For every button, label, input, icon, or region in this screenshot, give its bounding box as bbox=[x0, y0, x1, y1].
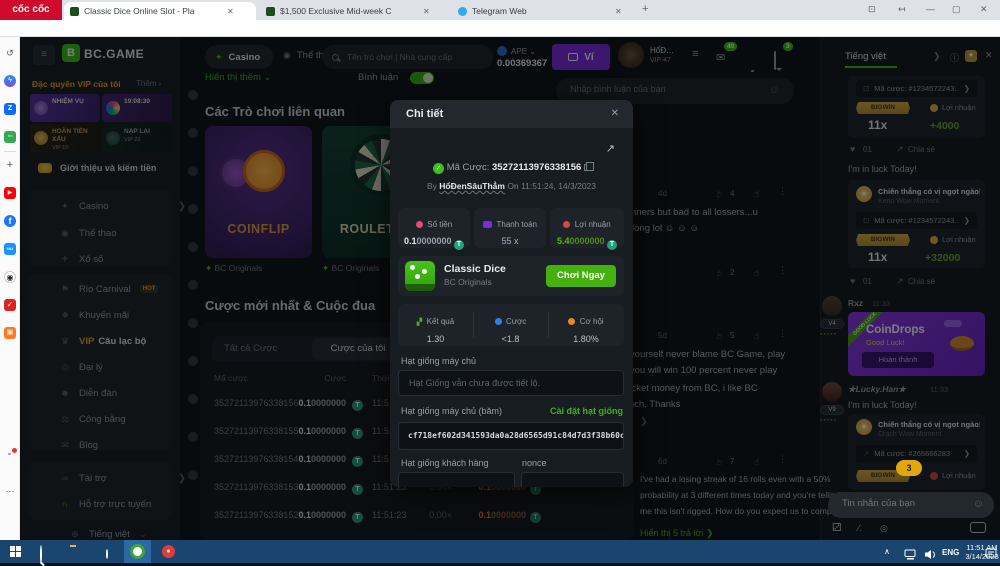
game-name: Classic Dice bbox=[444, 263, 506, 275]
windows-taskbar: ● ∧ ENG 11:51 AM3/14/2023 bbox=[0, 540, 1000, 563]
target-cell: Cược <1.8 bbox=[473, 311, 548, 344]
tab-favicon bbox=[458, 7, 467, 16]
seed-settings-link[interactable]: Cài đặt hạt giống bbox=[550, 406, 623, 416]
results-row: ▞ Kết quả 1.30 Cược <1.8 Cơ hội 1.80% bbox=[398, 304, 624, 346]
minimize-button[interactable]: — bbox=[926, 4, 935, 14]
add-shortcut-icon[interactable]: + bbox=[4, 159, 16, 171]
bet-id-value: 35272113976338156 bbox=[492, 162, 581, 173]
bet-icon bbox=[495, 318, 502, 325]
game-controller-icon[interactable]: ▫▫ bbox=[4, 131, 16, 143]
browser-tab-strip: cốc cốc Classic Dice Online Slot - Pla ✕… bbox=[0, 0, 1000, 20]
bet-by-row: By HổĐenSâuThẳm On 11:51:24, 14/3/2023 bbox=[390, 181, 633, 191]
zalo-icon[interactable]: Z bbox=[4, 103, 16, 115]
network-icon[interactable] bbox=[904, 547, 917, 565]
hashed-seed-label: Hạt giống máy chủ (băm) bbox=[401, 406, 502, 416]
bet-details-modal: Chi tiết ✕ ↗ ✓ Mã Cược: 3527211397633815… bbox=[390, 100, 633, 487]
coccoc-taskbar-icon[interactable] bbox=[130, 544, 145, 559]
hashed-seed-box[interactable]: cf718ef602d341593da0a28d6565d91c84d7d3f3… bbox=[398, 422, 624, 450]
tray-expand-icon[interactable]: ∧ bbox=[884, 547, 890, 556]
slash-command-icon[interactable]: ∕. bbox=[858, 523, 862, 533]
action-center-icon[interactable] bbox=[985, 546, 997, 564]
panel-toggle-icon[interactable]: ↤ bbox=[898, 4, 906, 15]
chance-icon bbox=[568, 318, 575, 325]
coccoc-logo[interactable]: cốc cốc bbox=[0, 0, 62, 20]
notification-dot bbox=[12, 448, 17, 453]
browser-tab-2[interactable]: $1,500 Exclusive Mid-week C ✕ bbox=[260, 2, 448, 20]
tab-title: Telegram Web bbox=[472, 6, 610, 16]
reading-mode-icon[interactable]: ⊡ bbox=[868, 4, 876, 15]
address-bar: ← → ↻ bc.game/vi/game/classic-dice ☆ ✓ ↓… bbox=[0, 20, 1000, 37]
browser-tab-3[interactable]: Telegram Web ✕ bbox=[452, 2, 634, 20]
chat-input-wrap[interactable]: ☺ bbox=[828, 492, 994, 518]
amount-icon bbox=[416, 221, 423, 228]
keyboard-language[interactable]: ENG bbox=[942, 548, 959, 557]
copy-icon[interactable] bbox=[584, 164, 590, 171]
maximize-button[interactable]: ▢ bbox=[952, 4, 961, 15]
stat-payout: Thanh toán 55 x bbox=[474, 208, 546, 248]
messenger-icon[interactable]: ϟ bbox=[4, 75, 16, 87]
tether-coin-icon: T bbox=[607, 240, 617, 250]
game-row: Classic Dice BC Originals Chơi Ngay bbox=[398, 256, 624, 296]
profit-icon bbox=[563, 221, 570, 228]
play-now-button[interactable]: Chơi Ngay bbox=[546, 265, 616, 287]
speaker-icon[interactable] bbox=[924, 547, 937, 565]
result-icon: ▞ bbox=[417, 319, 422, 326]
scroll-to-bottom-badge[interactable]: 3 bbox=[896, 460, 922, 476]
new-tab-button[interactable]: + bbox=[642, 3, 648, 15]
tab-title: Classic Dice Online Slot - Pla bbox=[84, 6, 222, 16]
modal-title: Chi tiết bbox=[406, 108, 443, 120]
verified-icon: ✓ bbox=[433, 163, 444, 174]
history-icon[interactable]: ↺ bbox=[4, 47, 16, 59]
gif-keyboard-icon[interactable] bbox=[970, 522, 986, 533]
browser-tab-active[interactable]: Classic Dice Online Slot - Pla ✕ bbox=[64, 2, 256, 20]
classic-dice-icon bbox=[405, 261, 435, 291]
tether-coin-icon: T bbox=[454, 240, 464, 250]
stat-profit: Lợi nhuận 5.40000000 T bbox=[550, 208, 624, 248]
result-cell: ▞ Kết quả 1.30 bbox=[398, 311, 473, 344]
share-icon[interactable]: ↗ bbox=[606, 142, 615, 155]
divider bbox=[4, 151, 16, 152]
tab-close-icon[interactable]: ✕ bbox=[423, 7, 430, 16]
server-seed-label: Hạt giống máy chủ bbox=[401, 356, 476, 366]
client-seed-box[interactable] bbox=[398, 472, 515, 487]
emoji-icon[interactable]: ☺ bbox=[973, 498, 984, 510]
dice-icon[interactable]: ⚂ bbox=[832, 521, 842, 534]
modal-close-icon[interactable]: ✕ bbox=[611, 108, 619, 119]
soccer-icon[interactable]: ◉ bbox=[4, 271, 16, 283]
tab-title: $1,500 Exclusive Mid-week C bbox=[280, 6, 418, 16]
payout-icon bbox=[483, 221, 492, 228]
youtube-icon[interactable]: ▶ bbox=[4, 187, 16, 199]
shopping-cart-icon[interactable]: ▣ bbox=[4, 327, 16, 339]
check-app-icon[interactable]: ✓ bbox=[4, 299, 16, 311]
red-app-icon[interactable]: ● bbox=[162, 545, 175, 558]
tab-favicon bbox=[70, 7, 79, 16]
client-seed-label: Hạt giống khách hàng bbox=[401, 458, 489, 468]
tab-close-icon[interactable]: ✕ bbox=[615, 7, 622, 16]
game-provider: BC Originals bbox=[444, 277, 492, 287]
facebook-icon[interactable]: f bbox=[4, 215, 16, 227]
nonce-box[interactable] bbox=[521, 472, 624, 487]
bet-id-row: ✓ Mã Cược: 35272113976338156 bbox=[390, 162, 633, 174]
chat-input[interactable] bbox=[842, 498, 962, 509]
bet-user-link[interactable]: HổĐenSâuThẳm bbox=[439, 181, 505, 191]
stat-amount: Số tiền 0.10000000 T bbox=[398, 208, 470, 248]
server-seed-box: Hạt Giống vẫn chưa được tiết lộ. bbox=[398, 370, 624, 396]
tiki-icon[interactable]: tiki bbox=[4, 243, 16, 255]
start-button[interactable] bbox=[10, 546, 21, 557]
taskbar-search-icon[interactable] bbox=[40, 545, 42, 564]
tab-close-icon[interactable]: ✕ bbox=[227, 7, 234, 16]
chance-cell: Cơ hội 1.80% bbox=[548, 311, 624, 344]
close-window-button[interactable]: ✕ bbox=[980, 4, 988, 15]
rules-icon[interactable]: ◎ bbox=[880, 523, 888, 534]
nonce-label: nonce bbox=[522, 458, 547, 468]
tab-favicon bbox=[266, 7, 275, 16]
